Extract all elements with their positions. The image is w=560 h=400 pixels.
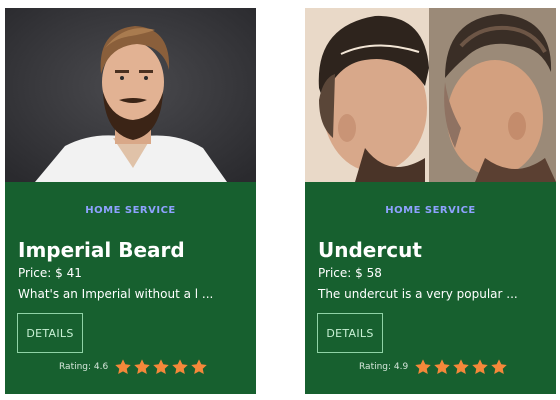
service-tag: HOME SERVICE bbox=[385, 205, 476, 216]
star-icon bbox=[153, 359, 169, 375]
service-description: The undercut is a very popular ... bbox=[318, 287, 518, 301]
rating-label: Rating: 4.9 bbox=[359, 362, 409, 372]
star-icon bbox=[134, 359, 150, 375]
service-photo bbox=[305, 8, 556, 182]
rating-label: Rating: 4.6 bbox=[59, 362, 109, 372]
service-title: Undercut bbox=[318, 238, 422, 262]
star-icon bbox=[491, 359, 507, 375]
rating-stars bbox=[114, 358, 209, 376]
star-icon bbox=[434, 359, 450, 375]
service-tag: HOME SERVICE bbox=[85, 205, 176, 216]
rating-stars bbox=[414, 358, 509, 376]
details-button[interactable]: DETAILS bbox=[17, 313, 83, 353]
service-description: What's an Imperial without a l ... bbox=[18, 287, 214, 301]
star-icon bbox=[115, 359, 131, 375]
star-icon bbox=[472, 359, 488, 375]
details-button[interactable]: DETAILS bbox=[317, 313, 383, 353]
service-price: Price: $ 58 bbox=[318, 266, 382, 280]
star-icon bbox=[191, 359, 207, 375]
service-price: Price: $ 41 bbox=[18, 266, 82, 280]
service-photo bbox=[5, 8, 256, 182]
star-icon bbox=[172, 359, 188, 375]
star-icon bbox=[453, 359, 469, 375]
service-card[interactable]: HOME SERVICE Imperial Beard Price: $ 41 … bbox=[5, 8, 256, 394]
rating-row: Rating: 4.6 bbox=[59, 358, 209, 376]
star-icon bbox=[415, 359, 431, 375]
service-title: Imperial Beard bbox=[18, 238, 185, 262]
service-card[interactable]: HOME SERVICE Undercut Price: $ 58 The un… bbox=[305, 8, 556, 394]
rating-row: Rating: 4.9 bbox=[359, 358, 509, 376]
